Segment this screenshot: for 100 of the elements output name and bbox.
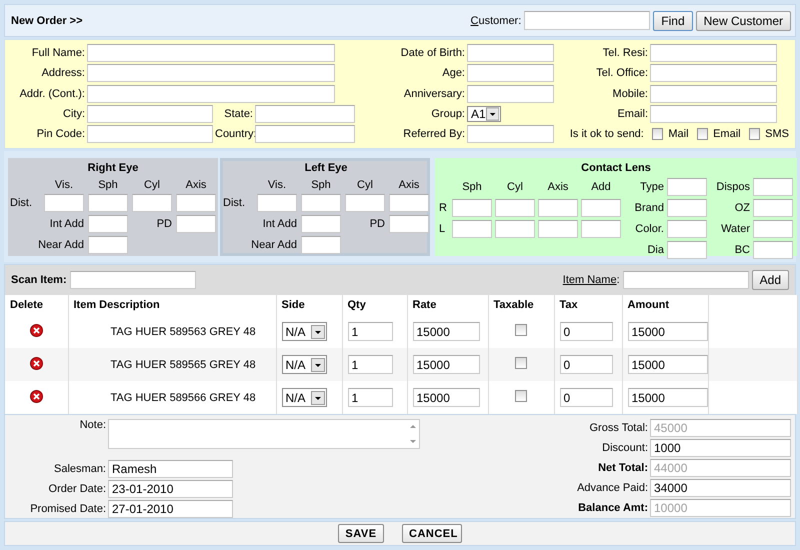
text-field[interactable] [581,220,621,238]
checkbox[interactable] [515,324,527,336]
checkbox[interactable] [515,390,527,402]
save-button[interactable]: SAVE [338,524,384,543]
checkbox[interactable] [748,128,760,140]
column-header: Add [590,181,612,193]
text-field[interactable] [301,236,341,254]
text-field[interactable] [467,125,554,144]
field-label: Salesman: [53,463,106,475]
text-field[interactable] [255,104,355,123]
amount-field[interactable]: 15000 [628,388,708,407]
text-field[interactable] [753,199,793,217]
text-field[interactable] [88,194,128,212]
note-field[interactable] [108,419,420,449]
text-field[interactable] [176,215,216,233]
cancel-button[interactable]: CANCEL [402,524,462,543]
text-field[interactable] [88,215,128,233]
text-field[interactable] [650,84,777,103]
checkbox[interactable] [652,128,664,140]
side-select[interactable]: N/A [282,322,326,341]
text-field[interactable] [87,64,335,82]
text-field[interactable] [650,44,777,62]
text-field[interactable] [301,194,341,212]
eye-panel[interactable]: Left Eye Vis. Sph Cyl Axis Dist. Int Add PD Near Add [220,158,430,256]
text-field[interactable] [255,125,355,144]
qty-field[interactable]: 1 [348,355,392,374]
field-label: Tel. Office: [595,67,648,80]
text-field[interactable] [452,220,492,238]
text-field[interactable] [650,104,777,123]
text-field[interactable] [389,215,429,233]
text-field[interactable] [753,241,793,259]
text-field[interactable] [87,44,335,62]
tax-field[interactable]: 0 [560,322,612,341]
checkbox[interactable] [696,128,708,140]
text-field[interactable] [495,220,535,238]
delete-icon[interactable] [30,324,43,336]
amount-field[interactable]: 1000 [650,439,791,457]
column-header: Cyl [506,181,524,193]
field-label: BC [734,244,750,256]
text-field[interactable] [176,194,216,212]
field-label: Gross Total: [590,422,648,434]
side-select[interactable]: N/A [282,388,326,407]
text-field[interactable] [753,178,793,196]
text-field[interactable] [389,194,429,212]
item-name-label: Item Name: [562,274,620,286]
text-field[interactable] [467,84,554,103]
text-field[interactable]: 27-01-2010 [108,500,233,518]
field-label: Advance Paid: [577,482,648,494]
text-field[interactable] [538,220,578,238]
text-field[interactable] [467,44,554,62]
text-field[interactable] [753,220,793,238]
tax-field[interactable]: 0 [560,355,612,374]
field-label: Type [639,181,664,193]
side-select[interactable]: N/A [282,355,326,374]
text-field[interactable] [345,194,385,212]
text-field[interactable] [87,104,213,123]
scan-item-field[interactable] [70,271,196,289]
text-field[interactable] [88,236,128,254]
text-field[interactable] [667,199,707,217]
text-field[interactable] [581,199,621,217]
text-field[interactable]: Ramesh [108,460,233,478]
delete-icon[interactable] [30,390,43,402]
text-field[interactable] [87,84,335,103]
find-button[interactable]: Find [653,10,693,30]
text-field[interactable] [132,194,172,212]
text-field[interactable] [301,215,341,233]
amount-field[interactable]: 15000 [628,322,708,341]
delete-icon[interactable] [30,356,43,370]
checkbox[interactable] [515,357,527,369]
text-field[interactable] [538,199,578,217]
group-select[interactable]: A1 [467,106,501,122]
text-field[interactable] [87,125,213,144]
column-header: Taxable [488,295,554,315]
item-name-field[interactable] [622,271,749,289]
text-field[interactable] [452,199,492,217]
column-header: Axis [398,178,420,190]
new-customer-button[interactable]: New Customer [696,10,791,30]
text-field[interactable] [467,64,554,82]
text-field[interactable] [650,64,777,82]
customer-field[interactable] [524,11,650,30]
eye-panel[interactable]: Right Eye Vis. Sph Cyl Axis Dist. Int Add PD Near Add [8,158,218,256]
qty-field[interactable]: 1 [348,388,392,407]
rate-field[interactable]: 15000 [412,388,480,407]
text-field[interactable] [667,220,707,238]
add-button[interactable]: Add [752,270,789,290]
rate-field[interactable]: 15000 [412,322,480,341]
amount-field[interactable]: 34000 [650,479,791,497]
rate-field[interactable]: 15000 [412,355,480,374]
field-label: Water [720,223,750,235]
text-field[interactable] [257,194,297,212]
amount-field[interactable]: 15000 [628,355,708,374]
text-field[interactable] [44,194,84,212]
text-field[interactable]: 23-01-2010 [108,480,233,498]
column-header: Cyl [143,178,161,190]
text-field[interactable] [667,241,707,259]
text-field[interactable] [667,178,707,196]
tax-field[interactable]: 0 [560,388,612,407]
qty-field[interactable]: 1 [348,322,392,341]
field-label: Mobile: [612,88,648,100]
text-field[interactable] [495,199,535,217]
